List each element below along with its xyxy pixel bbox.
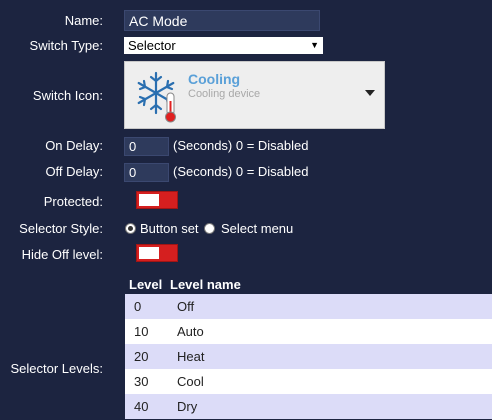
level-cell: 30: [134, 374, 149, 389]
switch-type-label: Switch Type:: [29, 38, 103, 53]
toggle-knob: [139, 194, 159, 206]
off-delay-input[interactable]: 0: [124, 163, 169, 182]
button-set-label[interactable]: Button set: [140, 221, 199, 236]
hide-off-level-label: Hide Off level:: [21, 247, 103, 262]
level-name-cell: Heat: [177, 349, 205, 364]
caret-down-icon: [365, 90, 375, 96]
table-row[interactable]: 20 Heat: [125, 344, 492, 369]
select-menu-label[interactable]: Select menu: [221, 221, 293, 236]
icon-title: Cooling: [188, 71, 241, 87]
off-delay-hint: (Seconds) 0 = Disabled: [173, 164, 309, 179]
level-name-column-header[interactable]: Level name: [170, 277, 241, 292]
off-delay-label: Off Delay:: [45, 164, 103, 179]
switch-icon-select[interactable]: Cooling Cooling device: [124, 61, 385, 129]
protected-toggle[interactable]: [136, 191, 178, 209]
level-cell: 10: [134, 324, 149, 339]
switch-type-value: Selector: [128, 38, 176, 53]
toggle-knob: [139, 247, 159, 259]
select-menu-radio[interactable]: [204, 223, 215, 234]
table-row[interactable]: 10 Auto: [125, 319, 492, 344]
hide-off-level-toggle[interactable]: [136, 244, 178, 262]
icon-subtitle: Cooling device: [188, 88, 261, 100]
snowflake-thermometer-icon: [137, 71, 176, 123]
level-name-cell: Dry: [177, 399, 198, 414]
name-label: Name:: [64, 13, 103, 28]
level-name-cell: Off: [177, 299, 195, 314]
level-name-cell: Auto: [177, 324, 204, 339]
protected-label: Protected:: [43, 194, 103, 209]
level-cell: 20: [134, 349, 149, 364]
table-row[interactable]: 0 Off: [125, 294, 492, 319]
level-cell: 40: [134, 399, 149, 414]
on-delay-label: On Delay:: [45, 138, 103, 153]
table-row[interactable]: 40 Dry: [125, 394, 492, 419]
switch-icon-label: Switch Icon:: [32, 88, 103, 103]
button-set-radio[interactable]: [125, 223, 136, 234]
table-row[interactable]: 30 Cool: [125, 369, 492, 394]
name-input[interactable]: AC Mode: [124, 10, 320, 31]
level-column-header[interactable]: Level: [129, 277, 162, 292]
selector-style-label: Selector Style:: [19, 221, 103, 236]
chevron-down-icon: ▼: [310, 40, 319, 50]
level-cell: 0: [134, 299, 142, 314]
level-name-cell: Cool: [177, 374, 204, 389]
switch-type-select[interactable]: Selector ▼: [124, 37, 323, 54]
on-delay-hint: (Seconds) 0 = Disabled: [173, 138, 309, 153]
selector-levels-label: Selector Levels:: [10, 361, 104, 376]
on-delay-input[interactable]: 0: [124, 137, 169, 156]
